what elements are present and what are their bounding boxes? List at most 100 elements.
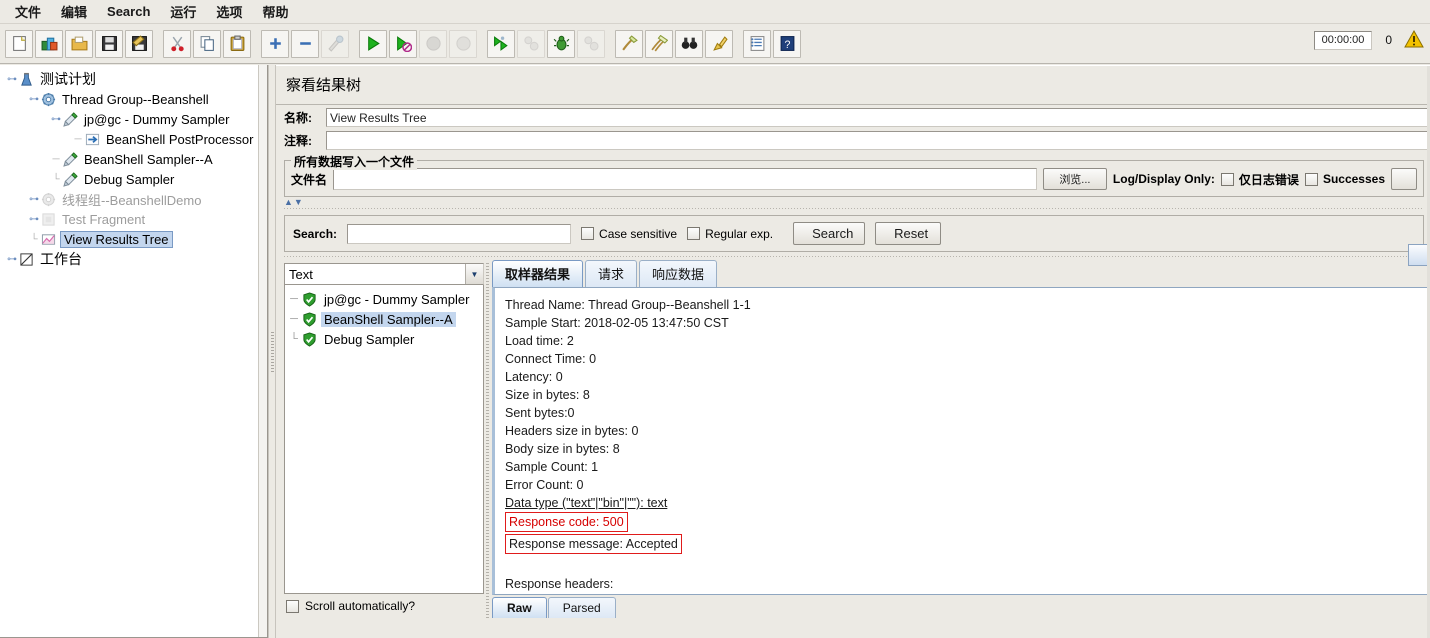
comment-input[interactable] (326, 131, 1428, 150)
new-document-icon[interactable] (5, 29, 33, 58)
tree-node-thread-group-beanshell[interactable]: ⊶ Thread Group--Beanshell (4, 89, 267, 109)
test-plan-tree[interactable]: ⊶ 测试计划 ⊶ Thread Group--Beanshell ⊶ jp@gc… (0, 65, 267, 269)
checkbox-box[interactable] (581, 227, 595, 240)
tree-node-test-fragment[interactable]: ⊶ Test Fragment (4, 209, 267, 229)
tree-node-label: 工作台 (40, 251, 82, 267)
detail-line-data-type: Data type ("text"|"bin"|""): text (505, 496, 668, 510)
expand-all-icon[interactable] (261, 29, 289, 58)
tree-node-label: 测试计划 (40, 71, 96, 87)
menu-file[interactable]: 文件 (6, 0, 50, 23)
list-item[interactable]: ─ jp@gc - Dummy Sampler (287, 289, 483, 309)
warning-triangle-icon[interactable] (1404, 29, 1424, 51)
paste-icon[interactable] (223, 29, 251, 58)
cut-icon[interactable] (163, 29, 191, 58)
collapse-all-icon[interactable] (291, 29, 319, 58)
list-item[interactable]: ─ BeanShell Sampler--A (287, 309, 483, 329)
menu-edit[interactable]: 编辑 (52, 0, 96, 23)
chevron-down-icon[interactable]: ▼ (465, 264, 483, 284)
collapse-toggle-icons[interactable]: ▲▼ (276, 197, 1430, 207)
raw-parsed-tabs: Raw Parsed (492, 595, 1430, 618)
test-plan-tree-panel: ⊶ 测试计划 ⊶ Thread Group--Beanshell ⊶ jp@gc… (0, 65, 268, 638)
successes-checkbox[interactable]: Successes (1304, 172, 1385, 186)
tree-node-beanshell-sampler-a[interactable]: ─ BeanShell Sampler--A (4, 149, 267, 169)
results-split-divider[interactable] (484, 263, 492, 618)
svg-text:?: ? (784, 39, 790, 51)
detail-line: Size in bytes: 8 (505, 388, 590, 402)
tree-node-thread-group-demo[interactable]: ⊶ 线程组--BeanshellDemo (4, 189, 267, 209)
collapse-handle-icon[interactable]: ⊶ (28, 194, 40, 205)
remote-start-all-icon[interactable] (487, 29, 515, 58)
sampler-result-text[interactable]: Thread Name: Thread Group--Beanshell 1-1… (492, 287, 1430, 595)
search-binoculars-icon[interactable] (675, 29, 703, 58)
configure-button[interactable] (1391, 168, 1417, 190)
tab-raw[interactable]: Raw (492, 597, 547, 618)
tree-node-view-results-tree[interactable]: └ View Results Tree (4, 229, 267, 249)
comment-row: 注释: (276, 131, 1430, 150)
menu-search[interactable]: Search (98, 2, 159, 21)
leaf-handle: └ (30, 233, 38, 245)
checkbox-box[interactable] (687, 227, 701, 240)
renderer-combo[interactable]: Text ▼ (284, 263, 484, 285)
browse-button[interactable]: 浏览... (1042, 168, 1107, 190)
tree-node-workbench[interactable]: ⊶ 工作台 (4, 249, 267, 269)
checkbox-box[interactable] (1220, 172, 1234, 186)
tab-sampler-result[interactable]: 取样器结果 (492, 260, 584, 287)
tab-parsed[interactable]: Parsed (547, 597, 616, 618)
filename-row: 文件名 浏览... Log/Display Only: 仅日志错误 Succes… (291, 168, 1417, 190)
collapse-handle-icon[interactable]: ⊶ (6, 254, 18, 265)
copy-icon[interactable] (193, 29, 221, 58)
errors-only-checkbox[interactable]: 仅日志错误 (1220, 171, 1299, 188)
leaf-handle: ─ (52, 153, 60, 165)
expand-handle-icon[interactable]: ⊶ (28, 94, 40, 105)
expand-handle-icon[interactable]: ⊶ (6, 74, 18, 85)
sampler-results-list[interactable]: ─ jp@gc - Dummy Sampler ─ BeanShell Samp… (284, 285, 484, 594)
tree-node-label: BeanShell Sampler--A (84, 151, 213, 167)
regular-exp-checkbox[interactable]: Regular exp. (687, 227, 773, 241)
checkbox-box[interactable] (1304, 172, 1318, 186)
tree-node-beanshell-postprocessor[interactable]: ─ BeanShell PostProcessor (4, 129, 267, 149)
start-icon[interactable] (359, 29, 387, 58)
save-icon[interactable] (95, 29, 123, 58)
open-folder-icon[interactable] (65, 29, 93, 58)
tab-response-data[interactable]: 响应数据 (639, 260, 718, 287)
menu-run[interactable]: 运行 (161, 0, 205, 23)
filename-input[interactable] (333, 168, 1037, 190)
case-sensitive-checkbox[interactable]: Case sensitive (581, 227, 677, 241)
toolbar: ? 00:00:00 0 (0, 24, 1430, 64)
clear-all-icon[interactable] (645, 29, 673, 58)
reset-search-icon[interactable] (705, 29, 733, 58)
toggle-icon[interactable] (321, 29, 349, 58)
checkbox-box[interactable] (286, 599, 299, 613)
scroll-automatically-checkbox[interactable]: Scroll automatically? (284, 594, 484, 618)
collapse-handle-icon[interactable]: ⊶ (28, 214, 40, 225)
shutdown-icon[interactable] (449, 29, 477, 58)
tree-scrollbar[interactable] (258, 65, 267, 637)
templates-icon[interactable] (35, 29, 63, 58)
clear-icon[interactable] (615, 29, 643, 58)
list-item[interactable]: └ Debug Sampler (287, 329, 483, 349)
tree-node-debug-sampler[interactable]: └ Debug Sampler (4, 169, 267, 189)
search-input[interactable] (347, 223, 572, 244)
reset-button[interactable]: Reset (875, 222, 942, 245)
start-no-pauses-icon[interactable] (389, 29, 417, 58)
remote-stop-all-icon[interactable] (517, 29, 545, 58)
split-divider[interactable] (268, 65, 276, 638)
expand-handle-icon[interactable]: ⊶ (50, 114, 62, 125)
save-as-icon[interactable] (125, 29, 153, 58)
detail-line: Latency: 0 (505, 370, 563, 384)
stop-icon[interactable] (419, 29, 447, 58)
scroll-automatically-label: Scroll automatically? (305, 599, 416, 613)
error-count: 0 (1385, 33, 1392, 47)
log-display-only-label: Log/Display Only: (1112, 172, 1215, 186)
menu-options[interactable]: 选项 (207, 0, 251, 23)
tree-node-test-plan[interactable]: ⊶ 测试计划 (4, 69, 267, 89)
bug-stop-icon[interactable] (577, 29, 605, 58)
name-input[interactable]: View Results Tree (326, 108, 1428, 127)
tree-node-dummy-sampler[interactable]: ⊶ jp@gc - Dummy Sampler (4, 109, 267, 129)
search-button[interactable]: Search (793, 222, 866, 245)
bug-start-icon[interactable] (547, 29, 575, 58)
function-helper-icon[interactable] (743, 29, 771, 58)
menu-help[interactable]: 帮助 (253, 0, 297, 23)
tab-request[interactable]: 请求 (585, 260, 638, 287)
help-icon[interactable]: ? (773, 29, 801, 58)
